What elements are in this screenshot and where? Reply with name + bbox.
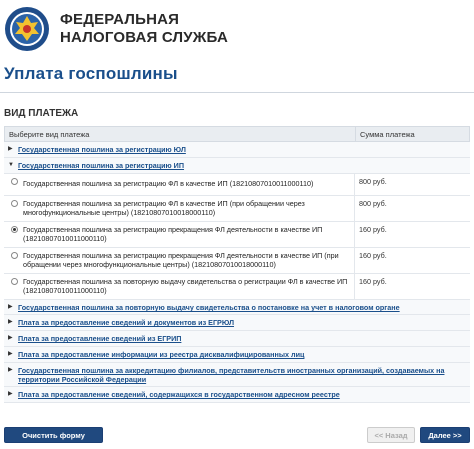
option-amount: 800 руб. (354, 196, 470, 221)
fns-emblem-icon[interactable] (4, 6, 50, 52)
header-amount: Сумма платежа (355, 127, 469, 141)
payment-table: Выберите вид платежа Сумма платежа ▶ Госу… (4, 126, 470, 403)
triangle-right-icon: ▶ (8, 304, 13, 310)
option-amount: 160 руб. (354, 248, 470, 273)
brand-line-1: ФЕДЕРАЛЬНАЯ (60, 11, 180, 28)
category-link[interactable]: Плата за предоставление сведений, содерж… (18, 390, 340, 399)
category-row[interactable]: ▶ Плата за предоставление сведений из ЕГР… (4, 331, 470, 347)
option-row[interactable]: Государственная пошлина за повторную выд… (4, 274, 470, 300)
category-row[interactable]: ▶ Государственная пошлина за повторную вы… (4, 300, 470, 315)
category-row[interactable]: ▶ Плата за предоставление сведений, содер… (4, 387, 470, 403)
option-label: Государственная пошлина за регистрацию Ф… (23, 199, 305, 217)
site-header: ФЕДЕРАЛЬНАЯ НАЛОГОВАЯ СЛУЖБА (0, 0, 474, 56)
category-link[interactable]: Государственная пошлина за повторную выд… (18, 303, 400, 312)
header-payment-type: Выберите вид платежа (9, 130, 90, 139)
triangle-down-icon: ▼ (8, 162, 14, 168)
table-header: Выберите вид платежа Сумма платежа (4, 126, 470, 142)
triangle-right-icon: ▶ (8, 335, 13, 341)
category-link[interactable]: Государственная пошлина за аккредитацию … (18, 366, 466, 384)
triangle-right-icon: ▶ (8, 319, 13, 325)
category-row[interactable]: ▶ Плата за предоставление информации из р… (4, 347, 470, 363)
form-footer: Очистить форму << Назад Далее >> (0, 424, 474, 449)
option-row[interactable]: Государственная пошлина за регистрацию Ф… (4, 196, 470, 222)
page-title: Уплата госпошлины (4, 64, 178, 83)
option-amount: 160 руб. (354, 222, 470, 247)
category-link[interactable]: Государственная пошлина за регистрацию И… (18, 161, 184, 170)
option-label: Государственная пошлина за повторную выд… (23, 277, 348, 295)
option-label: Государственная пошлина за регистрацию п… (23, 225, 323, 243)
radio-button[interactable] (11, 278, 18, 285)
triangle-right-icon: ▶ (8, 367, 13, 373)
clear-form-button[interactable]: Очистить форму (4, 427, 103, 443)
category-row[interactable]: ▶ Государственная пошлина за аккредитацию… (4, 363, 470, 387)
option-amount: 800 руб. (354, 174, 470, 195)
category-row[interactable]: ▶ Плата за предоставление сведений и доку… (4, 315, 470, 331)
category-link[interactable]: Плата за предоставление сведений из ЕГРИ… (18, 334, 181, 343)
option-label: Государственная пошлина за регистрацию Ф… (23, 179, 314, 188)
category-row-ip[interactable]: ▼ Государственная пошлина за регистрацию … (4, 158, 470, 174)
brand-line-2: НАЛОГОВАЯ СЛУЖБА (60, 29, 228, 46)
category-link[interactable]: Плата за предоставление информации из ре… (18, 350, 304, 359)
option-row[interactable]: Государственная пошлина за регистрацию Ф… (4, 174, 470, 196)
option-label: Государственная пошлина за регистрацию п… (23, 251, 339, 269)
triangle-right-icon: ▶ (8, 351, 13, 357)
back-button[interactable]: << Назад (367, 427, 415, 443)
radio-button[interactable] (11, 252, 18, 259)
divider (0, 92, 474, 93)
category-row-yul[interactable]: ▶ Государственная пошлина за регистрацию … (4, 142, 470, 158)
triangle-right-icon: ▶ (8, 391, 13, 397)
radio-button-selected[interactable] (11, 226, 18, 233)
category-link[interactable]: Государственная пошлина за регистрацию Ю… (18, 145, 186, 154)
radio-button[interactable] (11, 178, 18, 185)
option-amount: 160 руб. (354, 274, 470, 299)
triangle-right-icon: ▶ (8, 146, 13, 152)
category-link[interactable]: Плата за предоставление сведений и докум… (18, 318, 234, 327)
brand-title[interactable]: ФЕДЕРАЛЬНАЯ НАЛОГОВАЯ СЛУЖБА (60, 11, 228, 47)
radio-button[interactable] (11, 200, 18, 207)
option-row[interactable]: Государственная пошлина за регистрацию п… (4, 222, 470, 248)
section-title: ВИД ПЛАТЕЖА (4, 108, 79, 119)
next-button[interactable]: Далее >> (420, 427, 470, 443)
option-row[interactable]: Государственная пошлина за регистрацию п… (4, 248, 470, 274)
